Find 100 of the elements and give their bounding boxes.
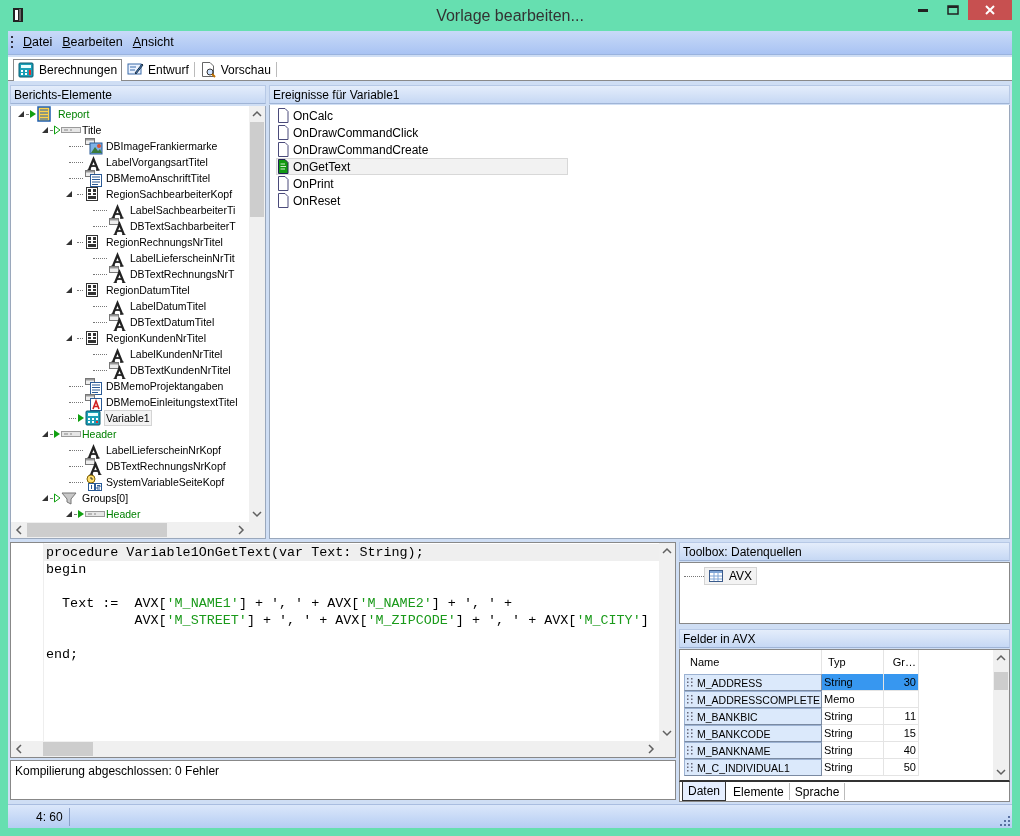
funnel-icon bbox=[61, 491, 77, 506]
data-text-icon bbox=[109, 217, 127, 235]
image-field-icon bbox=[85, 137, 103, 155]
tree-item[interactable]: DBTextRechnungsNrKopf bbox=[104, 458, 228, 475]
chevron-right-icon bbox=[237, 525, 245, 536]
grid-icon bbox=[85, 330, 99, 347]
view-tab[interactable]: Entwurf bbox=[122, 58, 194, 81]
scrollbar-thumb[interactable] bbox=[43, 742, 93, 757]
panel-header: Toolbox: Datenquellen bbox=[679, 542, 1010, 562]
field-name-text: M_C_INDIVIDUAL1 bbox=[697, 761, 790, 774]
tree-item[interactable]: DBTextDatumTitel bbox=[128, 314, 217, 331]
grid-icon bbox=[85, 234, 99, 251]
tree-item[interactable]: RegionKundenNrTitel bbox=[104, 330, 208, 347]
tree-item[interactable]: DBMemoAnschriftTitel bbox=[104, 170, 213, 187]
tree-item[interactable]: DBTextKundenNrTitel bbox=[128, 362, 233, 379]
font-icon bbox=[85, 153, 102, 171]
tree-item[interactable]: DBMemoProjektangaben bbox=[104, 378, 226, 395]
grip-icon bbox=[687, 763, 694, 773]
document-icon bbox=[277, 108, 289, 124]
event-item[interactable]: OnDrawCommandCreate bbox=[276, 141, 568, 159]
table-cell: 30 bbox=[884, 674, 919, 692]
code-line: end; bbox=[45, 646, 80, 664]
tree-item[interactable]: Header bbox=[104, 506, 143, 523]
resize-grip-icon[interactable] bbox=[1000, 816, 1010, 826]
code-document-icon bbox=[277, 159, 289, 175]
tree-item[interactable]: LabelKundenNrTitel bbox=[128, 346, 225, 363]
tree-item[interactable]: Title bbox=[80, 122, 104, 139]
memo-icon bbox=[85, 169, 103, 187]
event-item[interactable]: OnPrint bbox=[276, 175, 568, 193]
grip-icon bbox=[687, 695, 694, 705]
tree-item[interactable]: RegionDatumTitel bbox=[104, 282, 192, 299]
expanded-icon[interactable] bbox=[65, 286, 73, 295]
expanded-icon[interactable] bbox=[65, 510, 73, 519]
view-tab[interactable]: Vorschau bbox=[194, 58, 276, 81]
expanded-icon[interactable] bbox=[65, 334, 73, 343]
tree-item[interactable]: Report bbox=[56, 106, 92, 123]
field-name[interactable]: M_BANKNAME bbox=[684, 742, 822, 760]
data-text-icon bbox=[109, 361, 127, 379]
tree-item[interactable]: DBMemoEinleitungstextTitel bbox=[104, 394, 240, 411]
band-icon bbox=[61, 126, 81, 135]
chevron-right-icon bbox=[647, 744, 655, 755]
expanded-icon[interactable] bbox=[41, 430, 49, 439]
close-icon bbox=[985, 5, 995, 15]
datasource-item[interactable]: AVX bbox=[704, 567, 758, 586]
tree-item[interactable]: LabelDatumTitel bbox=[128, 298, 209, 315]
chevron-up-icon bbox=[662, 547, 672, 556]
tree-item[interactable]: RegionSachbearbeiterKopf bbox=[104, 186, 235, 203]
grid-icon bbox=[85, 186, 99, 203]
event-item[interactable]: OnDrawCommandClick bbox=[276, 124, 568, 142]
maximize-icon bbox=[947, 5, 959, 15]
tree-item[interactable]: RegionRechnungsNrTitel bbox=[104, 234, 225, 251]
code-line: AVX['M_STREET'] + ', ' + AVX['M_ZIPCODE'] + ', ' + AVX['M_CITY'] bbox=[133, 612, 650, 630]
scrollbar-thumb[interactable] bbox=[27, 523, 167, 538]
tree-item[interactable]: LabelVorgangsartTitel bbox=[104, 154, 210, 171]
expanded-icon[interactable] bbox=[65, 238, 73, 247]
tree-item[interactable]: DBImageFrankiermarke bbox=[104, 138, 220, 155]
document-icon bbox=[277, 193, 289, 209]
field-name[interactable]: M_C_INDIVIDUAL1 bbox=[684, 759, 822, 777]
menu-item[interactable]: Bearbeiten bbox=[61, 35, 124, 50]
field-name[interactable]: M_BANKCODE bbox=[684, 725, 822, 743]
document-icon bbox=[277, 176, 289, 192]
panel-tab[interactable]: Elemente bbox=[728, 783, 790, 801]
tree-item[interactable]: Header bbox=[80, 426, 119, 443]
tree-item[interactable]: DBTextSachbarbeiterT bbox=[128, 218, 238, 235]
table-cell: 15 bbox=[884, 725, 919, 743]
field-name-text: M_BANKCODE bbox=[697, 727, 771, 740]
expanded-icon[interactable] bbox=[65, 190, 73, 199]
table-cell: String bbox=[822, 725, 884, 743]
tree-item[interactable]: LabelLieferscheinNrTit bbox=[128, 250, 237, 267]
tree-item[interactable]: LabelSachbearbeiterTi bbox=[128, 202, 238, 219]
tree-item[interactable]: Groups[0] bbox=[80, 490, 131, 507]
field-name[interactable]: M_BANKBIC bbox=[684, 708, 822, 726]
scrollbar-thumb[interactable] bbox=[250, 122, 264, 218]
menu-item[interactable]: Ansicht bbox=[131, 35, 175, 50]
view-tab[interactable]: Berechnungen bbox=[13, 58, 123, 82]
tree-item[interactable]: Variable1 bbox=[104, 410, 152, 427]
expanded-icon[interactable] bbox=[17, 110, 25, 119]
grip-icon bbox=[687, 678, 694, 688]
expanded-icon[interactable] bbox=[41, 494, 49, 503]
event-item[interactable]: OnCalc bbox=[276, 107, 568, 125]
table-cell: String bbox=[822, 759, 884, 777]
tree-item[interactable]: SystemVariableSeiteKopf bbox=[104, 474, 227, 491]
panel-tab[interactable]: Daten bbox=[682, 782, 727, 802]
close-button[interactable] bbox=[968, 0, 1012, 20]
data-text-icon bbox=[109, 313, 127, 331]
panel-header: Felder in AVX bbox=[679, 629, 1010, 649]
menu-item[interactable]: Datei bbox=[22, 35, 54, 50]
tree-item[interactable]: LabelLieferscheinNrKopf bbox=[104, 442, 223, 459]
event-item[interactable]: OnGetText bbox=[276, 158, 568, 176]
expanded-icon[interactable] bbox=[41, 126, 49, 135]
table-cell: 50 bbox=[884, 759, 919, 777]
field-name[interactable]: M_ADDRESSCOMPLETE bbox=[684, 691, 822, 709]
field-name[interactable]: M_ADDRESS bbox=[684, 674, 822, 692]
data-text-icon bbox=[85, 457, 103, 475]
panel-tab[interactable]: Sprache bbox=[789, 783, 846, 801]
document-icon bbox=[277, 142, 289, 158]
event-item[interactable]: OnReset bbox=[276, 192, 568, 210]
scrollbar-thumb[interactable] bbox=[994, 672, 1008, 691]
table-cell: Memo bbox=[822, 691, 884, 709]
tree-item[interactable]: DBTextRechnungsNrT bbox=[128, 266, 237, 283]
